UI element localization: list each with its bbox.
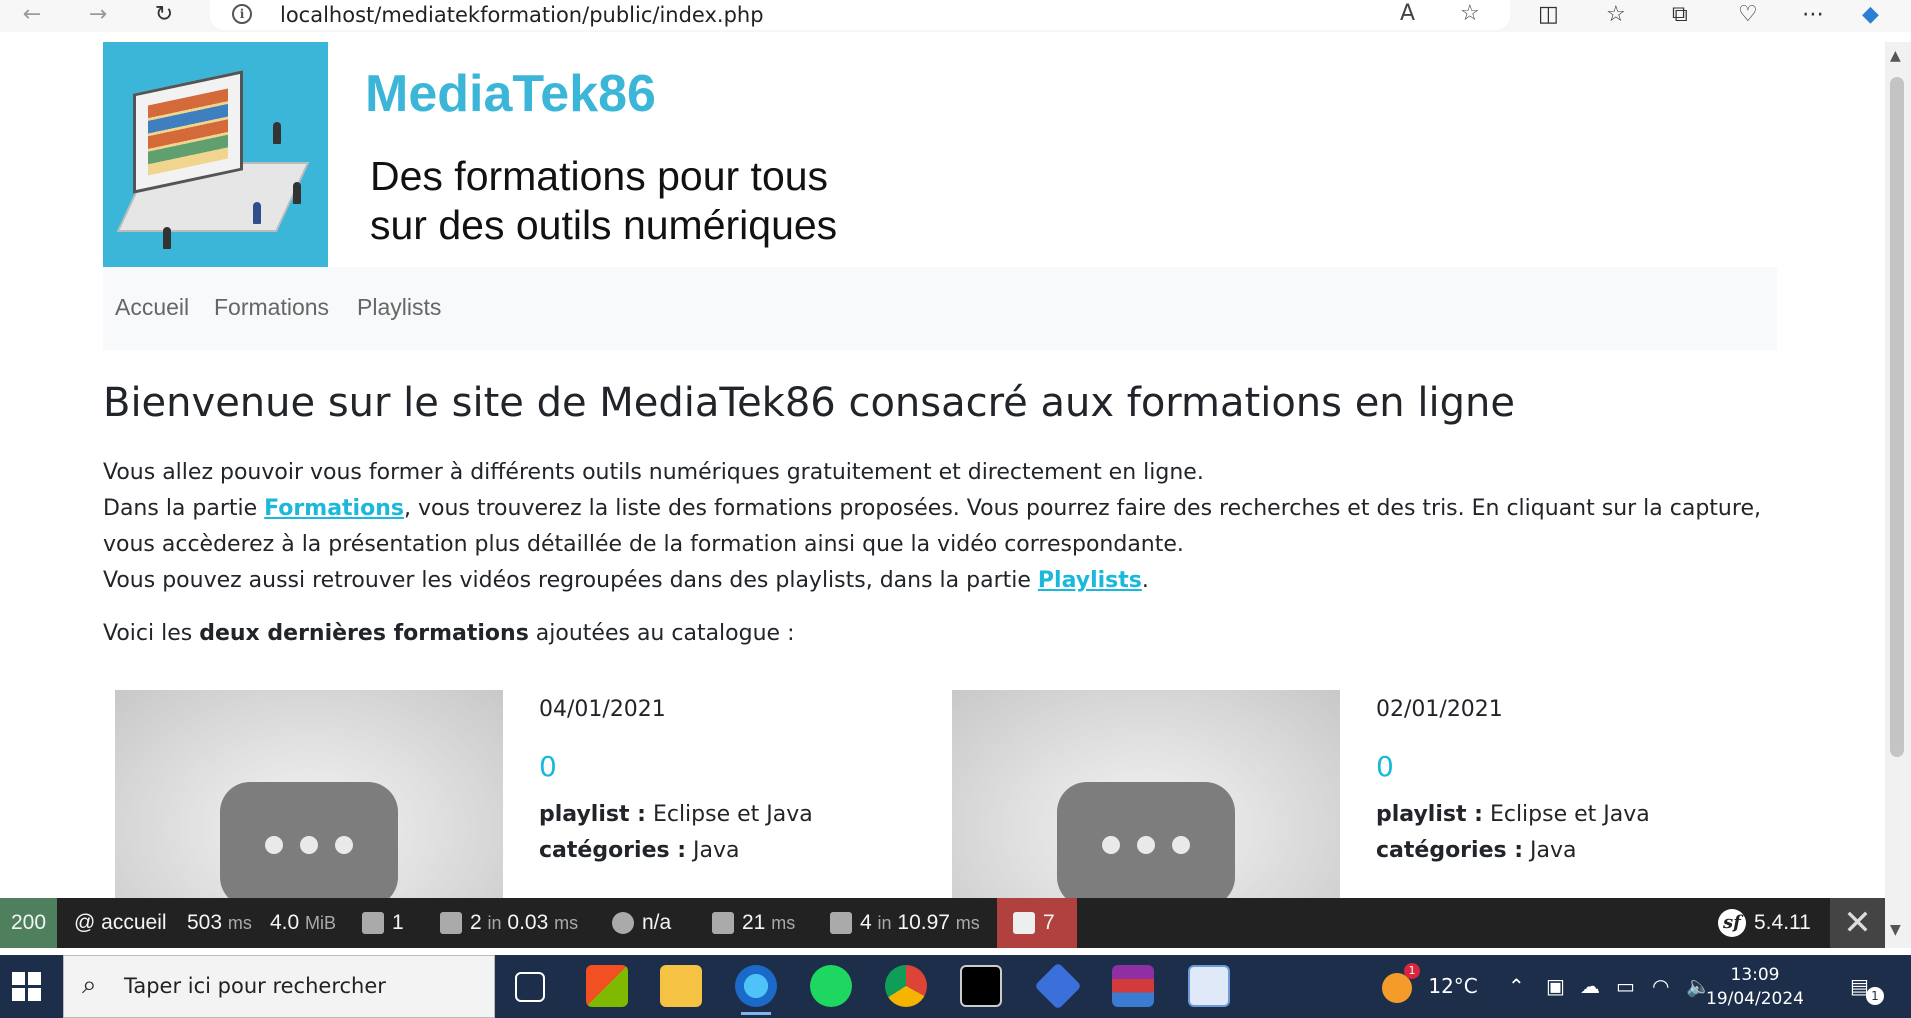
header-illustration [103, 42, 328, 267]
formation-categories: catégories : Java [539, 838, 740, 863]
close-toolbar-icon[interactable]: ✕ [1830, 898, 1885, 948]
weather-widget[interactable]: 1 12°C [1382, 955, 1478, 1018]
notification-center-icon[interactable]: ▤ 1 [1850, 955, 1884, 1018]
intro-text: Vous allez pouvoir vous former à différe… [103, 460, 1761, 593]
chrome-icon[interactable] [885, 965, 927, 1007]
database-icon [830, 912, 852, 935]
url-text[interactable]: localhost/mediatekformation/public/index… [280, 3, 764, 27]
main-navbar: Accueil Formations Playlists [103, 267, 1777, 350]
meet-now-icon[interactable]: ▣ [1546, 955, 1565, 1018]
file-explorer-icon[interactable] [660, 965, 702, 1007]
latest-formations-intro: Voici les deux dernières formations ajou… [103, 621, 795, 646]
cache-panel[interactable]: 2 in 0.03 ms [440, 898, 578, 948]
formation-categories: catégories : Java [1376, 838, 1577, 863]
nav-link-playlists[interactable]: Playlists [357, 294, 441, 321]
battery-icon[interactable]: ▭ [1616, 955, 1635, 1018]
favorite-star-icon[interactable]: ☆ [1460, 1, 1480, 26]
events-panel[interactable]: 21 ms [712, 898, 795, 948]
formation-date: 04/01/2021 [539, 697, 666, 722]
page-heading: Bienvenue sur le site de MediaTek86 cons… [103, 380, 1515, 426]
chevron-up-icon[interactable]: ⌃ [1508, 955, 1525, 1018]
formations-link[interactable]: Formations [264, 496, 404, 521]
playlists-link[interactable]: Playlists [1038, 568, 1142, 593]
nav-link-accueil[interactable]: Accueil [115, 294, 189, 321]
symfony-logo-icon: sf [1718, 909, 1746, 938]
edge-browser-icon[interactable] [735, 965, 777, 1015]
favorites-icon[interactable]: ☆ [1606, 2, 1626, 27]
formation-playlist: playlist : Eclipse et Java [1376, 802, 1650, 827]
scroll-down-icon[interactable]: ▼ [1890, 922, 1901, 938]
formation-title[interactable]: 0 [1376, 750, 1394, 783]
database-panel[interactable]: 4 in 10.97 ms [830, 898, 980, 948]
windows-taskbar: ⌕ Taper ici pour rechercher 1 12°C ⌃ ▣ ☁… [0, 955, 1911, 1018]
formation-date: 02/01/2021 [1376, 697, 1503, 722]
address-bar[interactable]: i localhost/mediatekformation/public/ind… [210, 0, 1510, 30]
terminal-icon[interactable] [960, 965, 1002, 1007]
scroll-up-icon[interactable]: ▲ [1890, 48, 1901, 64]
logs-panel[interactable]: 1 [362, 898, 404, 948]
browser-toolbar: ← → ↻ i localhost/mediatekformation/publ… [0, 0, 1911, 32]
notepad-icon[interactable] [1188, 965, 1230, 1007]
virtualbox-icon[interactable] [1034, 962, 1082, 1010]
winrar-icon[interactable] [1112, 965, 1154, 1007]
cache-icon [440, 912, 462, 935]
memory-usage[interactable]: 4.0 MiB [270, 898, 336, 948]
twig-icon [1013, 912, 1035, 935]
route-name[interactable]: @ accueil [74, 898, 167, 948]
logs-icon [362, 912, 384, 935]
search-icon: ⌕ [82, 970, 97, 1000]
wifi-icon[interactable]: ◠ [1652, 955, 1669, 1018]
symfony-version[interactable]: sf 5.4.11 [1718, 898, 1811, 948]
page-scrollbar[interactable]: ▲ ▼ [1885, 42, 1911, 948]
weather-badge: 1 [1404, 963, 1420, 979]
status-code-badge[interactable]: 200 [0, 898, 57, 948]
twig-panel[interactable]: 7 [997, 898, 1077, 948]
task-view-icon[interactable] [515, 972, 545, 1002]
site-tagline: Des formations pour tous sur des outils … [370, 153, 838, 248]
copilot-icon[interactable]: ◆ [1862, 2, 1879, 27]
security-panel[interactable]: n/a [612, 898, 671, 948]
web-page: MediaTek86 Des formations pour tous sur … [0, 42, 1885, 898]
system-clock[interactable]: 13:09 19/04/2024 [1700, 963, 1810, 1011]
browser-essentials-icon[interactable]: ♡ [1738, 2, 1758, 27]
onedrive-cloud-icon[interactable]: ☁ [1580, 955, 1600, 1018]
formation-thumbnail[interactable] [952, 690, 1340, 898]
split-screen-icon[interactable]: ◫ [1538, 2, 1559, 27]
site-info-icon[interactable]: i [232, 4, 252, 24]
taskbar-search-box[interactable]: ⌕ Taper ici pour rechercher [63, 955, 495, 1018]
video-placeholder-icon [220, 782, 398, 898]
microsoft-store-icon[interactable] [586, 965, 628, 1007]
windows-start-icon[interactable] [12, 972, 42, 1002]
formation-title[interactable]: 0 [539, 750, 557, 783]
spotify-icon[interactable] [810, 965, 852, 1007]
request-time[interactable]: 503 ms [187, 898, 252, 948]
more-options-icon[interactable]: ⋯ [1802, 2, 1824, 27]
formation-thumbnail[interactable] [115, 690, 503, 898]
back-icon[interactable]: ← [18, 2, 46, 30]
forward-icon[interactable]: → [84, 2, 112, 30]
formation-playlist: playlist : Eclipse et Java [539, 802, 813, 827]
collections-icon[interactable]: ⧉ [1672, 2, 1688, 27]
events-icon [712, 912, 734, 935]
site-title: MediaTek86 [365, 65, 656, 123]
nav-link-formations[interactable]: Formations [214, 294, 329, 321]
scrollbar-thumb[interactable] [1890, 77, 1904, 757]
symfony-debug-toolbar: 200 @ accueil 503 ms 4.0 MiB 1 2 in 0.03… [0, 898, 1885, 948]
read-aloud-icon[interactable]: A [1400, 1, 1415, 26]
reload-icon[interactable]: ↻ [150, 2, 178, 30]
user-icon [612, 912, 634, 935]
video-placeholder-icon [1057, 782, 1235, 898]
